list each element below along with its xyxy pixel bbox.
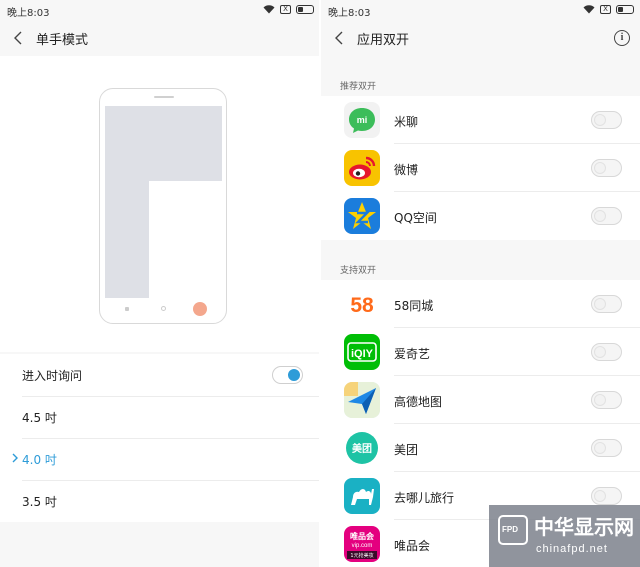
app-name: 58同城 [394,299,434,313]
qzone-toggle[interactable] [591,207,622,225]
watermark-logo: FPD [498,515,528,545]
weibo-toggle[interactable] [591,159,622,177]
back-key-highlight-icon [193,302,207,316]
size-option-3-5[interactable]: 3.5 吋 [0,480,320,522]
recommended-section-label: 推荐双开 [340,82,377,92]
weibo-icon [344,150,380,186]
miliao-icon-text: mi [357,115,368,125]
back-button[interactable] [0,20,36,56]
amap-icon [344,382,380,418]
mode-preview [0,56,320,352]
menu-key-icon [125,307,129,311]
one-handed-mode-screen: 晚上8:03 X 单手模式 进入时询问 4.5 吋 4.0 吋 3.5 吋 [0,0,320,567]
enter-prompt-toggle[interactable] [272,366,303,384]
status-bar: 晚上8:03 X [0,0,320,20]
iqiyi-icon: iQIY [344,334,380,370]
app-row-qzone[interactable]: QQ空间 [321,192,640,240]
watermark-url: chinafpd.net [536,543,608,555]
toggle-knob [288,369,300,381]
iqiyi-icon-text: iQIY [351,348,374,360]
no-sim-icon: X [600,4,611,14]
toggle-knob [594,210,606,222]
toggle-knob [594,442,606,454]
toggle-knob [594,346,606,358]
back-arrow-icon [14,31,22,45]
58-icon-text: 58 [350,294,374,317]
info-icon[interactable]: i [614,30,630,46]
app-name: 微博 [394,163,419,177]
enter-prompt-label: 进入时询问 [22,368,83,383]
app-header: 应用双开 i [321,20,640,56]
app-name: 爱奇艺 [394,347,431,361]
vip-icon-domain: vip.com [352,543,373,549]
selected-chevron-icon [12,453,18,463]
size-option-label: 3.5 吋 [22,494,57,509]
miliao-icon: mi [344,102,380,138]
toggle-knob [594,162,606,174]
iqiyi-toggle[interactable] [591,343,622,361]
watermark-name: 中华显示网 [534,515,634,539]
app-row-iqiyi[interactable]: iQIY 爱奇艺 [321,328,640,376]
meituan-icon: 美团 [344,430,380,466]
qunar-icon [344,478,380,514]
site-watermark: FPD 中华显示网 chinafpd.net [489,505,640,567]
app-name: 米聊 [394,115,419,129]
app-name: QQ空间 [394,211,437,225]
size-option-label: 4.5 吋 [22,410,57,425]
vip-icon-name: 唯品会 [350,531,374,541]
miliao-toggle[interactable] [591,111,622,129]
58-icon: 58 [344,286,380,322]
meituan-toggle[interactable] [591,439,622,457]
watermark-logo-text: FPD [502,525,518,534]
page-title: 单手模式 [36,32,89,48]
app-row-58[interactable]: 58 58同城 [321,280,640,328]
wifi-icon [583,5,595,14]
app-row-weibo[interactable]: 微博 [321,144,640,192]
supported-section-label: 支持双开 [340,266,377,276]
qunar-toggle[interactable] [591,487,622,505]
size-option-4-0[interactable]: 4.0 吋 [0,438,320,480]
app-name: 高德地图 [394,395,443,409]
back-arrow-icon [335,31,343,45]
phone-illustration [99,88,227,324]
status-time: 晚上8:03 [7,8,50,19]
battery-icon [296,4,314,14]
app-name: 去哪儿旅行 [394,491,455,505]
app-name: 美团 [394,443,419,457]
toggle-knob [594,394,606,406]
status-time: 晚上8:03 [328,8,371,19]
meituan-icon-text: 美团 [352,442,372,455]
app-header: 单手模式 [0,20,320,56]
toggle-knob [594,490,606,502]
app-row-meituan[interactable]: 美团 美团 [321,424,640,472]
no-sim-icon: X [280,4,291,14]
shrunk-screen-area [149,181,222,298]
size-option-label: 4.0 吋 [22,452,57,467]
phone-nav-buttons [100,302,226,316]
page-title: 应用双开 [357,32,410,48]
vip-icon: 唯品会 vip.com 1元抢美妆 [344,526,380,562]
app-row-amap[interactable]: 高德地图 [321,376,640,424]
app-name: 唯品会 [394,539,431,553]
back-button[interactable] [321,20,357,56]
toggle-knob [594,298,606,310]
58-toggle[interactable] [591,295,622,313]
toggle-knob [594,114,606,126]
qzone-icon [344,198,380,234]
home-key-icon [161,306,166,311]
dual-apps-screen: 晚上8:03 X 应用双开 i 推荐双开 mi 米聊 微博 QQ空间 支持双开 … [321,0,640,567]
wifi-icon [263,5,275,14]
enter-prompt-row[interactable]: 进入时询问 [0,354,320,396]
battery-icon [616,4,634,14]
status-bar: 晚上8:03 X [321,0,640,20]
size-option-4-5[interactable]: 4.5 吋 [0,396,320,438]
phone-speaker [154,96,174,98]
amap-toggle[interactable] [591,391,622,409]
app-row-miliao[interactable]: mi 米聊 [321,96,640,144]
vip-icon-slogan: 1元抢美妆 [350,552,373,559]
